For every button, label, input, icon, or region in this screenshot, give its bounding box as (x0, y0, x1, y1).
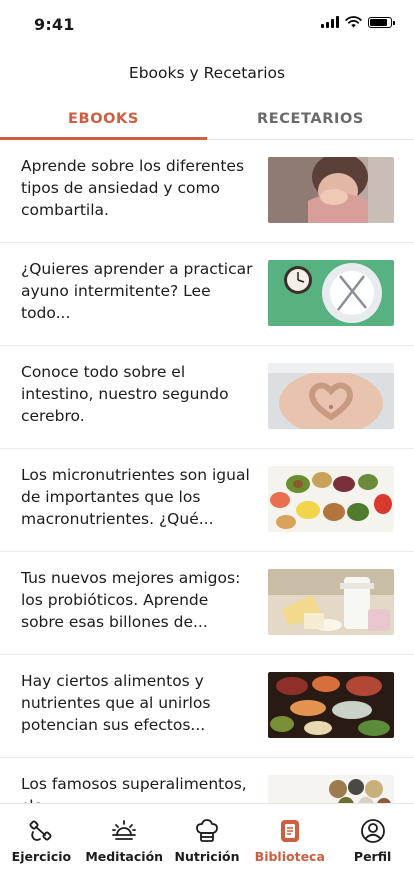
healthy-food-assortment-photo (268, 466, 394, 532)
ebook-list[interactable]: Aprende sobre los diferentes tipos de an… (0, 140, 414, 803)
status-bar: 9:41 (0, 0, 414, 50)
list-item[interactable]: Hay ciertos alimentos y nutrientes que a… (0, 655, 414, 758)
fish-vegetables-table-photo (268, 672, 394, 738)
nav-label: Ejercicio (11, 849, 72, 864)
nav-item-nutricion[interactable]: Nutrición (166, 804, 249, 896)
list-item[interactable]: Aprende sobre los diferentes tipos de an… (0, 140, 414, 243)
list-item[interactable]: Tus nuevos mejores amigos: los probiótic… (0, 552, 414, 655)
superfood-bowls-photo (268, 775, 394, 803)
nav-item-ejercicio[interactable]: Ejercicio (0, 804, 83, 896)
list-item-title: Los famosos superalimentos, ¿lo... (21, 775, 247, 803)
nav-label: Nutrición (174, 849, 240, 864)
nav-item-meditacion[interactable]: Meditación (83, 804, 166, 896)
list-item-title: Conoce todo sobre el intestino, nuestro … (21, 363, 229, 425)
nav-label: Meditación (85, 849, 164, 864)
status-icons (321, 16, 395, 28)
list-item[interactable]: ¿Quieres aprender a practicar ayuno inte… (0, 243, 414, 346)
tab-bar: EBOOKS RECETARIOS (0, 100, 414, 140)
list-item-title: Aprende sobre los diferentes tipos de an… (21, 157, 245, 219)
clock-and-plate-photo (268, 260, 394, 326)
list-item-title: Tus nuevos mejores amigos: los probiótic… (21, 569, 241, 631)
nav-item-perfil[interactable]: Perfil (331, 804, 414, 896)
tab-recetarios[interactable]: RECETARIOS (207, 100, 414, 139)
list-item[interactable]: Conoce todo sobre el intestino, nuestro … (0, 346, 414, 449)
dumbbell-icon (29, 820, 52, 841)
hands-heart-belly-photo (268, 363, 394, 429)
list-item-title: Los micronutrientes son igual de importa… (21, 466, 250, 528)
status-time: 9:41 (34, 15, 75, 34)
wifi-icon (345, 16, 362, 28)
woman-with-anxiety-photo (268, 157, 394, 223)
list-item[interactable]: Los micronutrientes son igual de importa… (0, 449, 414, 552)
chef-hat-icon (196, 819, 218, 842)
list-item-title: ¿Quieres aprender a practicar ayuno inte… (21, 260, 253, 322)
nav-item-biblioteca[interactable]: Biblioteca (248, 804, 331, 896)
book-icon (280, 820, 299, 842)
sunrise-icon (112, 820, 137, 840)
nav-label: Perfil (353, 849, 392, 864)
bottom-navigation: Ejercicio Meditación Nutrición Bibliotec… (0, 803, 414, 896)
page-title: Ebooks y Recetarios (128, 64, 286, 82)
nav-label: Biblioteca (254, 849, 325, 864)
battery-icon (368, 16, 395, 28)
cellular-signal-icon (321, 16, 339, 28)
tab-ebooks[interactable]: EBOOKS (0, 100, 207, 140)
dairy-products-photo (268, 569, 394, 635)
profile-icon (360, 819, 385, 843)
list-item[interactable]: Los famosos superalimentos, ¿lo... (0, 758, 414, 803)
list-item-title: Hay ciertos alimentos y nutrientes que a… (21, 672, 211, 734)
